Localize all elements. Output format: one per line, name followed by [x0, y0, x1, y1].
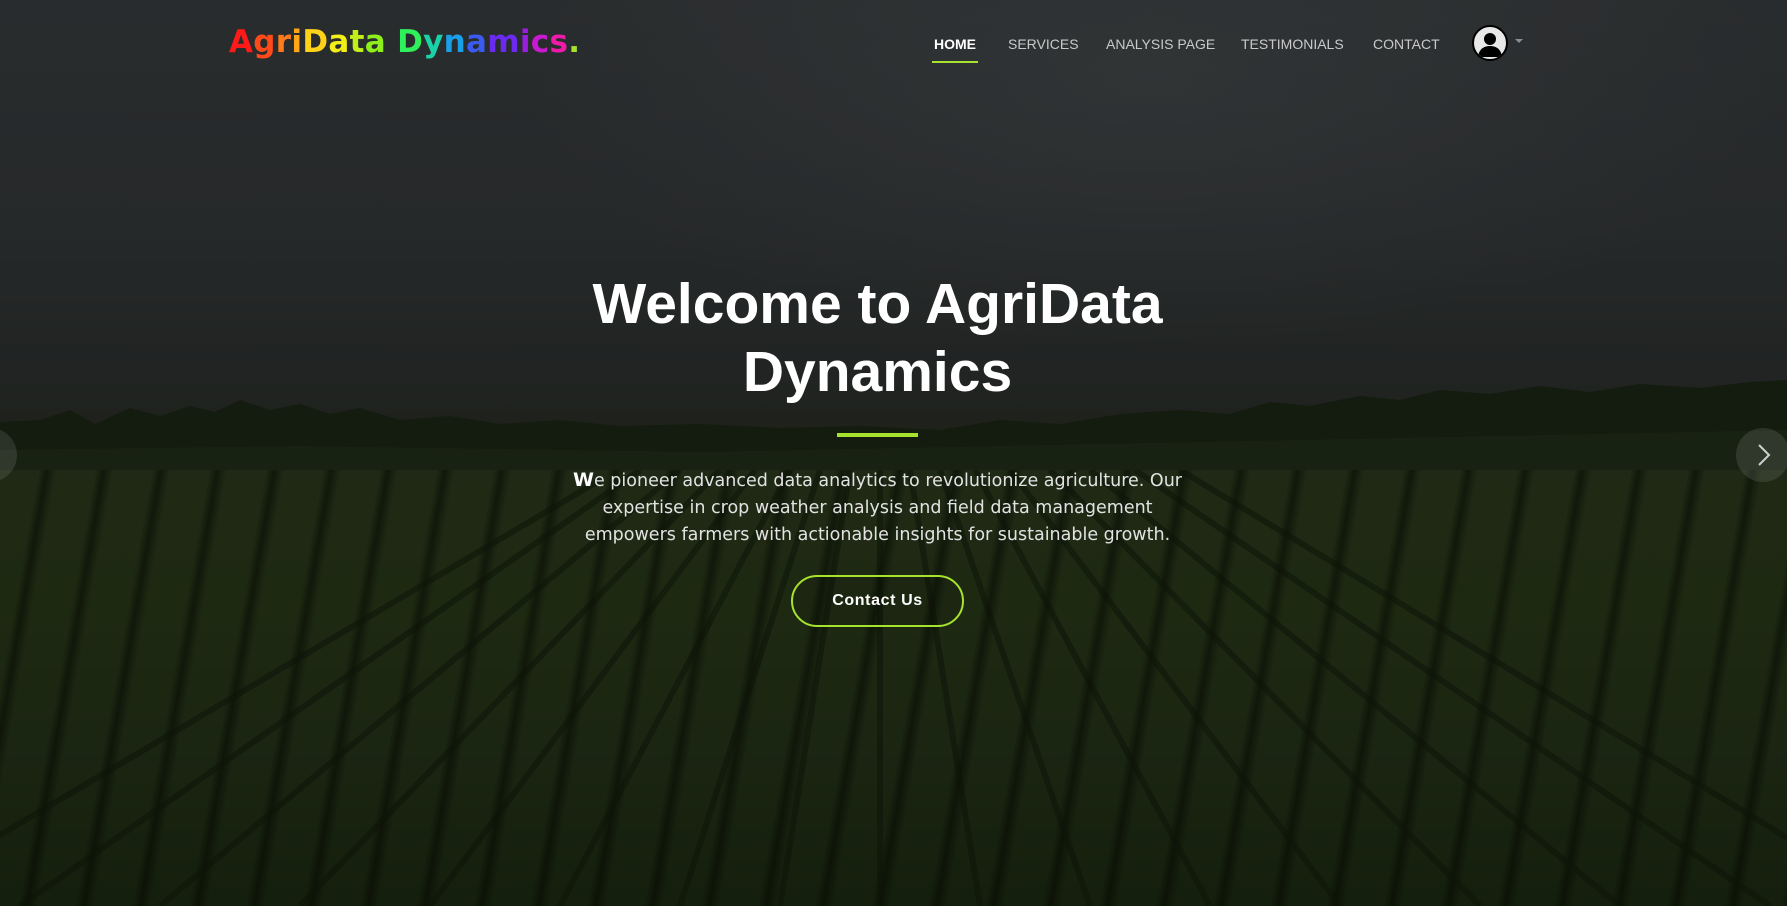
dark-overlay — [0, 0, 1787, 906]
description-drop-letter: W — [573, 469, 594, 491]
chevron-right-icon[interactable] — [1736, 428, 1787, 482]
user-avatar-icon[interactable] — [1472, 25, 1508, 61]
hero-title-line2: Dynamics — [742, 340, 1013, 404]
hero-section: AgriData Dynamics. HOME SERVICES ANALYSI… — [0, 0, 1787, 906]
nav-analysis-page[interactable]: ANALYSIS PAGE — [1106, 30, 1215, 58]
contact-us-button[interactable]: Contact Us — [791, 575, 964, 627]
hero-description: We pioneer advanced data analytics to re… — [555, 467, 1200, 549]
nav-home[interactable]: HOME — [932, 30, 978, 63]
chevron-down-icon[interactable] — [1515, 39, 1523, 43]
nav-contact[interactable]: CONTACT — [1373, 30, 1440, 58]
nav-services[interactable]: SERVICES — [1008, 30, 1079, 58]
hero-title-line1: Welcome to AgriData — [592, 272, 1163, 336]
nav-menu: HOME SERVICES ANALYSIS PAGE TESTIMONIALS… — [0, 30, 1787, 63]
description-text: e pioneer advanced data analytics to rev… — [584, 471, 1182, 545]
navbar: AgriData Dynamics. HOME SERVICES ANALYSI… — [0, 0, 1787, 88]
hero-title: Welcome to AgriData Dynamics — [493, 270, 1262, 406]
title-divider — [837, 433, 918, 437]
nav-testimonials[interactable]: TESTIMONIALS — [1241, 30, 1344, 58]
